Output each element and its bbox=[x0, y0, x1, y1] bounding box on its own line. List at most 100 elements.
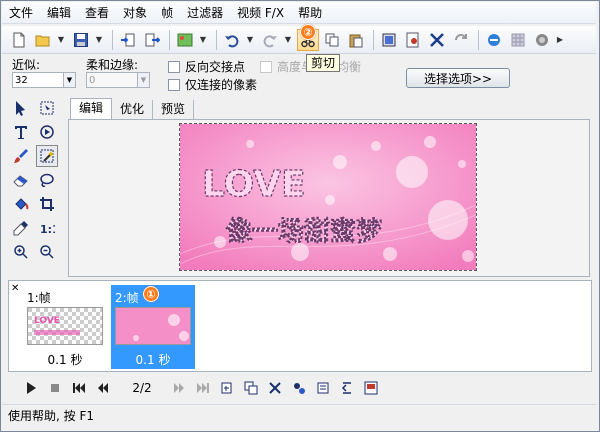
frame-strip: ✕ 1:帧 LOVE 0.1 秒 2:帧 0.1 秒 bbox=[8, 280, 592, 372]
toolbar-separator bbox=[478, 29, 479, 50]
crop-tool-icon[interactable] bbox=[36, 193, 58, 215]
crop-icon[interactable] bbox=[378, 29, 400, 51]
zoom-out-icon[interactable] bbox=[36, 241, 58, 263]
frame-properties-icon[interactable] bbox=[288, 377, 310, 399]
tool-palette: 1:1 bbox=[8, 95, 64, 271]
stop-icon[interactable] bbox=[44, 377, 66, 399]
text-tool-icon[interactable] bbox=[10, 121, 32, 143]
reverse-frames-icon[interactable] bbox=[336, 377, 358, 399]
eyedropper-icon[interactable] bbox=[10, 217, 32, 239]
close-icon[interactable]: ✕ bbox=[11, 283, 19, 294]
menu-view[interactable]: 查看 bbox=[78, 3, 116, 23]
menu-frame[interactable]: 帧 bbox=[154, 3, 180, 23]
editor-area: LOVE 像一场甜蜜梦 bbox=[68, 119, 590, 277]
last-frame-icon[interactable] bbox=[192, 377, 214, 399]
next-frame-icon[interactable] bbox=[168, 377, 190, 399]
play-icon[interactable] bbox=[20, 377, 42, 399]
feather-spinner[interactable]: 0 ▼ bbox=[86, 72, 150, 88]
properties-icon[interactable] bbox=[402, 29, 424, 51]
save-icon[interactable] bbox=[70, 29, 92, 51]
main-toolbar: ▼ ▼ ▼ ▼ ▼ ▶ bbox=[2, 26, 596, 54]
lasso-tool-icon[interactable] bbox=[36, 169, 58, 191]
menu-bar: 文件 编辑 查看 对象 帧 过滤器 视频 F/X 帮助 bbox=[2, 2, 596, 24]
add-frame-icon[interactable] bbox=[216, 377, 238, 399]
frame-thumbnail-icon[interactable] bbox=[360, 377, 382, 399]
menu-help[interactable]: 帮助 bbox=[291, 3, 329, 23]
tolerance-spinner[interactable]: 32 ▼ bbox=[12, 72, 76, 88]
artwork-subtitle: 像一场甜蜜梦 bbox=[226, 216, 383, 247]
redo-dropdown-icon[interactable]: ▼ bbox=[283, 29, 293, 51]
arrow-tool-icon[interactable] bbox=[10, 97, 32, 119]
previous-frame-icon[interactable] bbox=[92, 377, 114, 399]
checkbox-box[interactable] bbox=[168, 78, 180, 91]
svg-text:LOVE: LOVE bbox=[34, 316, 60, 326]
toolbar-overflow-icon[interactable]: ▶ bbox=[555, 29, 565, 51]
frame-cell-1[interactable]: 1:帧 LOVE 0.1 秒 bbox=[23, 285, 107, 369]
svg-text:1:1: 1:1 bbox=[40, 223, 55, 236]
contiguous-label: 仅连接的像素 bbox=[185, 78, 258, 92]
invert-label: 反向交接点 bbox=[185, 60, 246, 74]
tab-preview[interactable]: 预览 bbox=[153, 100, 195, 120]
tools-icon[interactable] bbox=[426, 29, 448, 51]
frame-select-tool-icon[interactable] bbox=[36, 97, 58, 119]
paint-brush-icon[interactable] bbox=[10, 145, 32, 167]
toolbar-separator bbox=[169, 29, 170, 50]
frame-label: 1:帧 bbox=[27, 291, 51, 305]
redo-icon[interactable] bbox=[259, 29, 281, 51]
menu-edit[interactable]: 编辑 bbox=[40, 3, 78, 23]
menu-filter[interactable]: 过滤器 bbox=[180, 3, 230, 23]
spinner-dropdown-icon[interactable]: ▼ bbox=[63, 73, 75, 87]
paste-icon[interactable] bbox=[345, 29, 367, 51]
tab-edit[interactable]: 编辑 bbox=[70, 98, 113, 120]
open-dropdown-icon[interactable]: ▼ bbox=[56, 29, 66, 51]
image-canvas[interactable]: LOVE 像一场甜蜜梦 bbox=[179, 123, 477, 271]
refresh-icon[interactable] bbox=[450, 29, 472, 51]
frame-timing-icon[interactable] bbox=[312, 377, 334, 399]
zoom-in-icon[interactable] bbox=[10, 241, 32, 263]
open-folder-icon[interactable] bbox=[32, 29, 54, 51]
frame-label: 2:帧 bbox=[115, 291, 139, 305]
tolerance-label: 近似: bbox=[12, 58, 41, 72]
frame-thumbnail bbox=[115, 307, 191, 345]
actual-size-icon[interactable]: 1:1 bbox=[36, 217, 58, 239]
save-dropdown-icon[interactable]: ▼ bbox=[94, 29, 104, 51]
toolbar-separator bbox=[373, 29, 374, 50]
toolbar-separator bbox=[112, 29, 113, 50]
import-icon[interactable] bbox=[117, 29, 139, 51]
feather-value: 0 bbox=[89, 74, 96, 86]
delete-frame-icon[interactable] bbox=[264, 377, 286, 399]
contiguous-checkbox[interactable]: 仅连接的像素 bbox=[168, 76, 257, 93]
magic-wand-icon[interactable] bbox=[36, 145, 58, 167]
menu-video-fx[interactable]: 视频 F/X bbox=[230, 3, 291, 23]
grid-icon[interactable] bbox=[507, 29, 529, 51]
browser-preview-icon[interactable] bbox=[483, 29, 505, 51]
love-artwork: LOVE 像一场甜蜜梦 bbox=[180, 124, 476, 270]
image-effects-icon[interactable] bbox=[174, 29, 196, 51]
spinner-dropdown-icon[interactable]: ▼ bbox=[137, 73, 149, 87]
invert-checkbox[interactable]: 反向交接点 bbox=[168, 58, 245, 75]
checkbox-box[interactable] bbox=[260, 60, 272, 73]
animation-tool-icon[interactable] bbox=[36, 121, 58, 143]
eraser-tool-icon[interactable] bbox=[10, 169, 32, 191]
select-options-button[interactable]: 选择选项>> bbox=[406, 68, 510, 88]
first-frame-icon[interactable] bbox=[68, 377, 90, 399]
selection-options: 近似: 32 ▼ 柔和边缘: 0 ▼ 反向交接点 高度与颜色均衡 仅连接的像素 … bbox=[8, 56, 598, 92]
undo-dropdown-icon[interactable]: ▼ bbox=[245, 29, 255, 51]
tolerance-value: 32 bbox=[15, 74, 28, 86]
fill-bucket-icon[interactable] bbox=[10, 193, 32, 215]
new-file-icon[interactable] bbox=[8, 29, 30, 51]
menu-file[interactable]: 文件 bbox=[2, 3, 40, 23]
undo-icon[interactable] bbox=[221, 29, 243, 51]
menu-object[interactable]: 对象 bbox=[116, 3, 154, 23]
wizard-icon[interactable] bbox=[531, 29, 553, 51]
feather-label: 柔和边缘: bbox=[86, 58, 139, 72]
tab-optimize[interactable]: 优化 bbox=[112, 100, 154, 120]
frame-thumbnail: LOVE bbox=[27, 307, 103, 345]
copy-icon[interactable] bbox=[321, 29, 343, 51]
export-icon[interactable] bbox=[141, 29, 163, 51]
duplicate-frame-icon[interactable] bbox=[240, 377, 262, 399]
frame-counter: 2/2 bbox=[132, 381, 152, 395]
checkbox-box[interactable] bbox=[168, 60, 180, 73]
toolbar-separator bbox=[216, 29, 217, 50]
effects-dropdown-icon[interactable]: ▼ bbox=[198, 29, 208, 51]
